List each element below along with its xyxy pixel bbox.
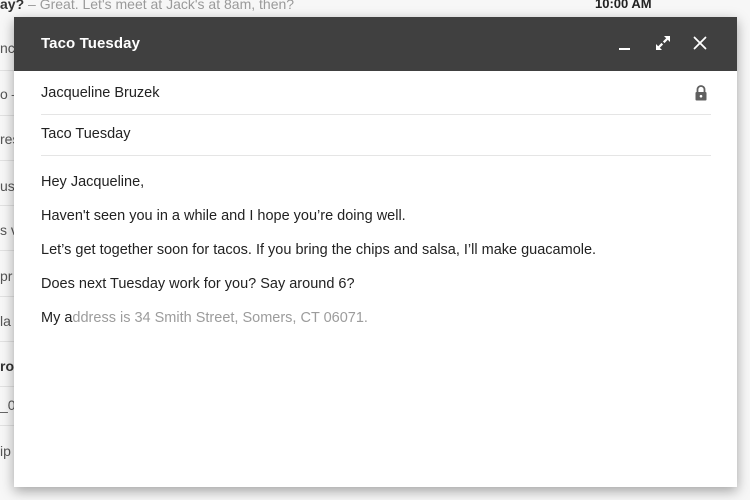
body-current-line: My address is 34 Smith Street, Somers, C…	[41, 310, 368, 326]
body-greeting: Hey Jacqueline,	[41, 174, 145, 190]
background-divider	[0, 425, 14, 426]
background-row-fragment[interactable]: ip	[0, 443, 14, 459]
background-row-fragment[interactable]: us	[0, 178, 14, 194]
background-row-fragment[interactable]: la	[0, 313, 14, 329]
compose-header[interactable]: Taco Tuesday	[14, 17, 737, 71]
body-line: Let’s get together soon for tacos. If yo…	[41, 242, 597, 258]
background-divider	[0, 341, 14, 342]
background-message-time: 10:00 AM	[595, 0, 652, 11]
smart-compose-suggestion[interactable]: ddress is 34 Smith Street, Somers, CT 06…	[72, 310, 368, 326]
background-row-fragment[interactable]: ro	[0, 358, 14, 374]
typed-text: My a	[41, 310, 73, 326]
background-row-fragment[interactable]: nc	[0, 40, 14, 56]
close-button[interactable]	[688, 31, 712, 55]
minimize-button[interactable]	[613, 31, 637, 55]
background-message-subject: ay?	[0, 0, 25, 12]
background-row-fragment[interactable]: _0	[0, 397, 14, 413]
recipient-name: Jacqueline Bruzek	[41, 85, 160, 101]
background-divider	[0, 160, 14, 161]
expand-icon	[656, 36, 670, 50]
body-line: Does next Tuesday work for you? Say arou…	[41, 276, 355, 292]
background-divider	[0, 205, 14, 206]
background-message-row[interactable]: ay? – Great. Let's meet at Jack's at 8am…	[0, 0, 700, 14]
compose-window: Taco Tuesday Jacqueline Bruzek Taco Tues…	[14, 17, 737, 487]
background-row-fragment[interactable]: o –	[0, 86, 14, 102]
close-icon	[693, 36, 707, 50]
background-row-fragment[interactable]: pr	[0, 268, 14, 284]
background-row-fragment[interactable]: s v	[0, 222, 14, 238]
background-message-preview: – Great. Let's meet at Jack's at 8am, th…	[24, 0, 295, 12]
background-divider	[0, 386, 14, 387]
lock-icon	[695, 85, 707, 101]
background-divider	[0, 70, 14, 71]
minimize-icon	[619, 48, 630, 50]
background-divider	[0, 296, 14, 297]
subject-text: Taco Tuesday	[41, 126, 131, 142]
recipients-field[interactable]: Jacqueline Bruzek	[41, 73, 711, 115]
background-divider	[0, 250, 14, 251]
compose-title: Taco Tuesday	[41, 35, 141, 52]
background-row-fragment[interactable]: res	[0, 131, 14, 147]
subject-field[interactable]: Taco Tuesday	[41, 114, 711, 156]
background-divider	[0, 115, 14, 116]
expand-button[interactable]	[651, 31, 675, 55]
body-line: Haven't seen you in a while and I hope y…	[41, 208, 406, 224]
